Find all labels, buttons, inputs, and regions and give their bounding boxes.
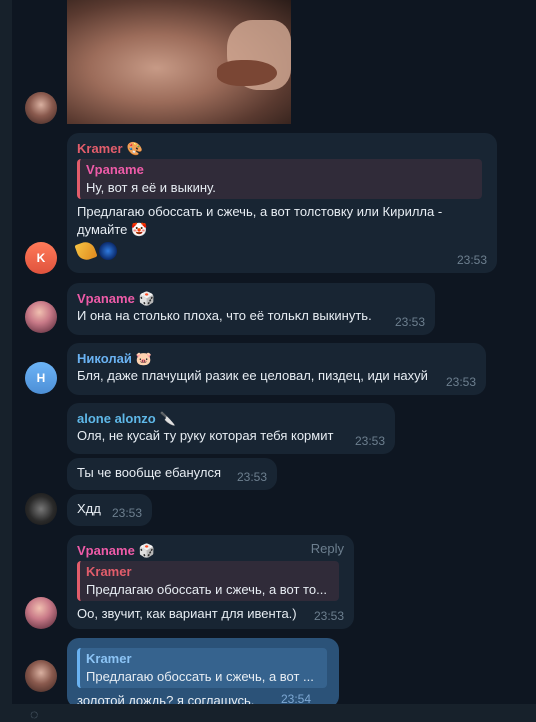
message-time: 23:53 [111, 506, 142, 520]
reply-quote[interactable]: Kramer Предлагаю обоссать и сжечь, а вот… [77, 561, 339, 601]
message-text: Бля, даже плачущий разик ее целовал, пиз… [77, 368, 428, 383]
avatar[interactable] [25, 92, 57, 124]
message-bubble[interactable]: Ты че вообще ебанулся 23:53 [67, 458, 277, 490]
sender-name[interactable]: Vpaname [77, 291, 135, 306]
clown-emoji-icon: 🤡 [131, 222, 148, 237]
planet-sticker-icon[interactable] [99, 242, 117, 260]
avatar[interactable] [25, 660, 57, 692]
message-text: Предлагаю обоссать и сжечь, а вот толсто… [77, 204, 443, 219]
message-bubble[interactable]: Николай 🐷 Бля, даже плачущий разик ее це… [67, 343, 486, 395]
reply-sender: Vpaname [86, 162, 144, 177]
knife-icon: 🔪 [159, 410, 176, 426]
dice-icon: 🎲 [138, 542, 155, 558]
avatar-letter: K [36, 251, 46, 265]
message-sender[interactable]: Vpaname 🎲 [77, 541, 344, 559]
message-bubble[interactable]: Kramer 🎨 Vpaname Ну, вот я её и выкину. … [67, 133, 497, 273]
dice-icon: 🎲 [138, 290, 155, 306]
reactions [74, 239, 487, 263]
reply-quote[interactable]: Vpaname Ну, вот я её и выкину. [77, 159, 482, 199]
reply-text: Ну, вот я её и выкину. [86, 180, 216, 195]
sender-name[interactable]: Николай [77, 351, 132, 366]
avatar-letter: Н [36, 371, 46, 385]
message-sender[interactable]: alone alonzo 🔪 [77, 409, 385, 427]
message-text: Оо, звучит, как вариант для ивента.) [77, 606, 297, 621]
message-sender[interactable]: Николай 🐷 [77, 349, 476, 367]
message-time: 23:53 [354, 434, 385, 448]
avatar[interactable] [25, 597, 57, 629]
sender-name[interactable]: Vpaname [77, 543, 135, 558]
message-text: И она на столько плоха, что её тольκл вы… [77, 308, 372, 323]
reply-button[interactable]: Reply [311, 541, 344, 556]
message-time: 23:53 [236, 470, 267, 484]
message-text-line: думайте [77, 222, 128, 237]
message-text: Оля, не кусай ту руку которая тебя корми… [77, 428, 334, 443]
message-sender[interactable]: Vpaname 🎲 [77, 289, 425, 307]
message-bubble[interactable]: alone alonzo 🔪 Оля, не кусай ту руку кот… [67, 403, 395, 454]
reply-text: Предлагаю обоссать и сжечь, а вот ... [86, 669, 314, 684]
photo-mouth [217, 60, 277, 86]
reply-sender: Kramer [86, 564, 132, 579]
reply-sender: Kramer [86, 651, 132, 666]
reply-quote[interactable]: Kramer Предлагаю обоссать и сжечь, а вот… [77, 648, 327, 688]
sidebar-edge [0, 0, 12, 722]
shared-photo[interactable] [67, 0, 291, 124]
sender-emoji-icon: 🎨 [126, 140, 143, 156]
ticket-sticker-icon[interactable] [74, 239, 98, 263]
avatar[interactable] [25, 301, 57, 333]
message-bubble[interactable]: Vpaname 🎲 Reply Kramer Предлагаю обоссат… [67, 535, 354, 629]
message-input-bar[interactable]: ◌ [0, 704, 536, 722]
message-time: 23:53 [313, 609, 344, 623]
message-time: 23:53 [445, 375, 476, 389]
message-bubble[interactable]: Хдд 23:53 [67, 494, 152, 526]
message-time: 23:53 [394, 315, 425, 329]
message-bubble-own[interactable]: Kramer Предлагаю обоссать и сжечь, а вот… [67, 638, 339, 708]
sender-name[interactable]: Kramer [77, 141, 123, 156]
message-bubble[interactable]: Vpaname 🎲 И она на столько плоха, что её… [67, 283, 435, 335]
sender-name[interactable]: alone alonzo [77, 411, 156, 426]
message-time: 23:53 [456, 253, 487, 267]
avatar[interactable] [25, 493, 57, 525]
avatar[interactable]: K [25, 242, 57, 274]
avatar[interactable]: Н [25, 362, 57, 394]
attach-icon[interactable]: ◌ [30, 706, 38, 722]
pig-icon: 🐷 [135, 350, 152, 366]
message-text: думайте 🤡 [77, 221, 487, 239]
reply-text: Предлагаю обоссать и сжечь, а вот то... [86, 582, 327, 597]
message-sender[interactable]: Kramer 🎨 [77, 139, 487, 157]
